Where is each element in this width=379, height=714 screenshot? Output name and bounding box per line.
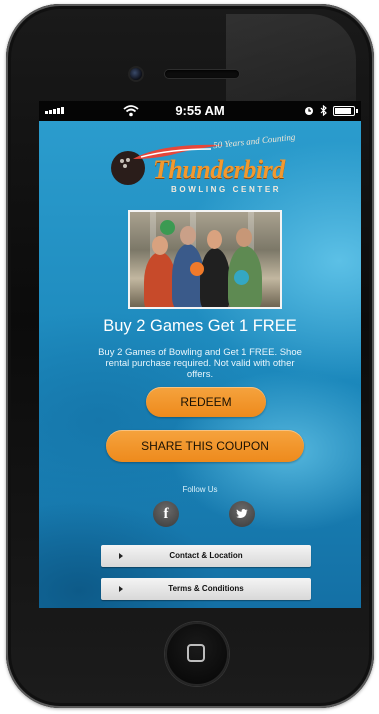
follow-us-label: Follow Us bbox=[182, 485, 218, 494]
home-button[interactable] bbox=[165, 622, 229, 686]
terms-conditions-link[interactable]: Terms & Conditions bbox=[101, 578, 311, 600]
twitter-bird-glyph bbox=[236, 509, 248, 518]
facebook-glyph: f bbox=[163, 506, 169, 522]
coupon-description: Buy 2 Games of Bowling and Get 1 FREE. S… bbox=[98, 347, 302, 380]
front-camera bbox=[130, 68, 142, 80]
battery-icon bbox=[333, 105, 358, 116]
earpiece-speaker bbox=[165, 70, 239, 78]
coupon-page: 50 Years and Counting Thunderbird BOWLIN… bbox=[39, 121, 361, 608]
redeem-button[interactable]: REDEEM bbox=[146, 387, 266, 417]
home-square-icon bbox=[187, 644, 205, 662]
twitter-icon[interactable] bbox=[229, 501, 255, 527]
play-arrow-icon bbox=[119, 553, 123, 559]
facebook-icon[interactable]: f bbox=[153, 501, 179, 527]
bowlers-photo bbox=[128, 210, 282, 309]
terms-conditions-label: Terms & Conditions bbox=[168, 584, 244, 593]
thunderbird-logo: 50 Years and Counting Thunderbird BOWLIN… bbox=[109, 131, 309, 205]
bluetooth-icon bbox=[320, 105, 327, 116]
logo-tagline: 50 Years and Counting bbox=[212, 131, 296, 151]
logo-name: Thunderbird bbox=[153, 155, 285, 184]
status-icons bbox=[304, 105, 358, 116]
share-coupon-button[interactable]: SHARE THIS COUPON bbox=[106, 430, 304, 462]
play-arrow-icon bbox=[119, 586, 123, 592]
contact-location-link[interactable]: Contact & Location bbox=[101, 545, 311, 567]
status-bar: 9:55 AM bbox=[39, 101, 361, 121]
logo-subtitle: BOWLING CENTER bbox=[171, 185, 282, 194]
phone-screen: 9:55 AM 50 Years and Counting Thunderbir… bbox=[39, 101, 361, 608]
contact-location-label: Contact & Location bbox=[169, 551, 243, 560]
phone-frame: 9:55 AM 50 Years and Counting Thunderbir… bbox=[6, 4, 374, 708]
coupon-headline: Buy 2 Games Get 1 FREE bbox=[103, 317, 297, 335]
alarm-icon bbox=[305, 106, 313, 115]
